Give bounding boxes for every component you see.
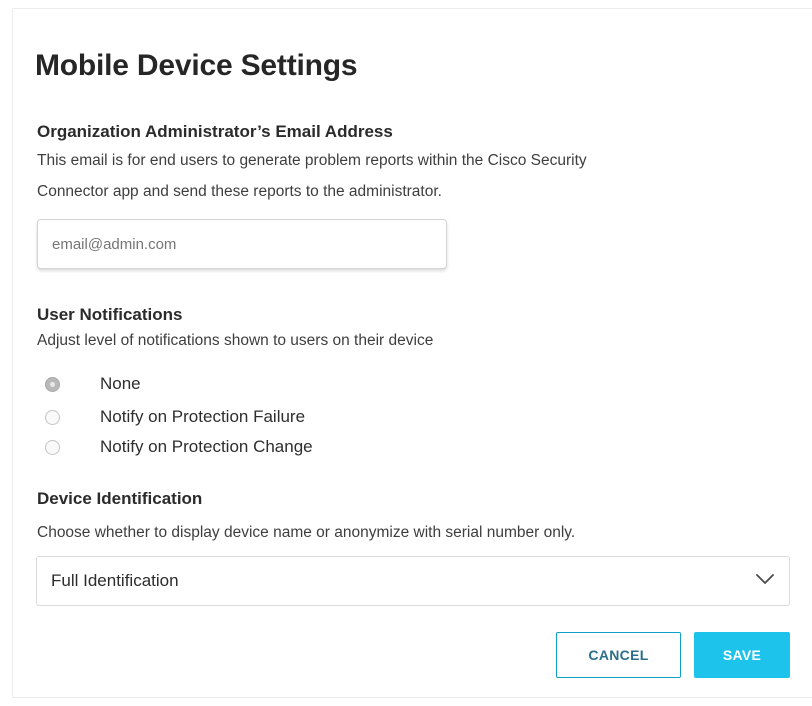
- notification-option-protection-failure[interactable]: Notify on Protection Failure: [45, 404, 305, 430]
- admin-email-description-line1: This email is for end users to generate …: [37, 152, 587, 169]
- radio-button[interactable]: [45, 409, 60, 425]
- notification-option-protection-change[interactable]: Notify on Protection Change: [45, 434, 313, 460]
- radio-button[interactable]: [45, 439, 60, 455]
- user-notifications-description: Adjust level of notifications shown to u…: [37, 332, 434, 349]
- admin-email-description-line2: Connector app and send these reports to …: [37, 183, 442, 200]
- device-identification-description: Choose whether to display device name or…: [37, 524, 576, 541]
- radio-button-selected[interactable]: [45, 376, 60, 392]
- page-title: Mobile Device Settings: [35, 49, 358, 82]
- notification-option-none[interactable]: None: [45, 371, 141, 397]
- admin-email-input[interactable]: [37, 219, 447, 269]
- save-button[interactable]: SAVE: [694, 632, 790, 678]
- cancel-button[interactable]: CANCEL: [556, 632, 681, 678]
- notification-option-label: None: [100, 374, 141, 393]
- notification-option-label: Notify on Protection Failure: [100, 407, 306, 426]
- device-identification-heading: Device Identification: [37, 489, 203, 508]
- user-notifications-heading: User Notifications: [37, 305, 183, 324]
- device-identification-select[interactable]: Full Identification: [36, 556, 790, 606]
- chevron-down-icon: [755, 572, 775, 590]
- admin-email-heading: Organization Administrator’s Email Addre…: [37, 122, 393, 141]
- notification-option-label: Notify on Protection Change: [100, 437, 313, 456]
- device-identification-selected-value: Full Identification: [51, 571, 179, 590]
